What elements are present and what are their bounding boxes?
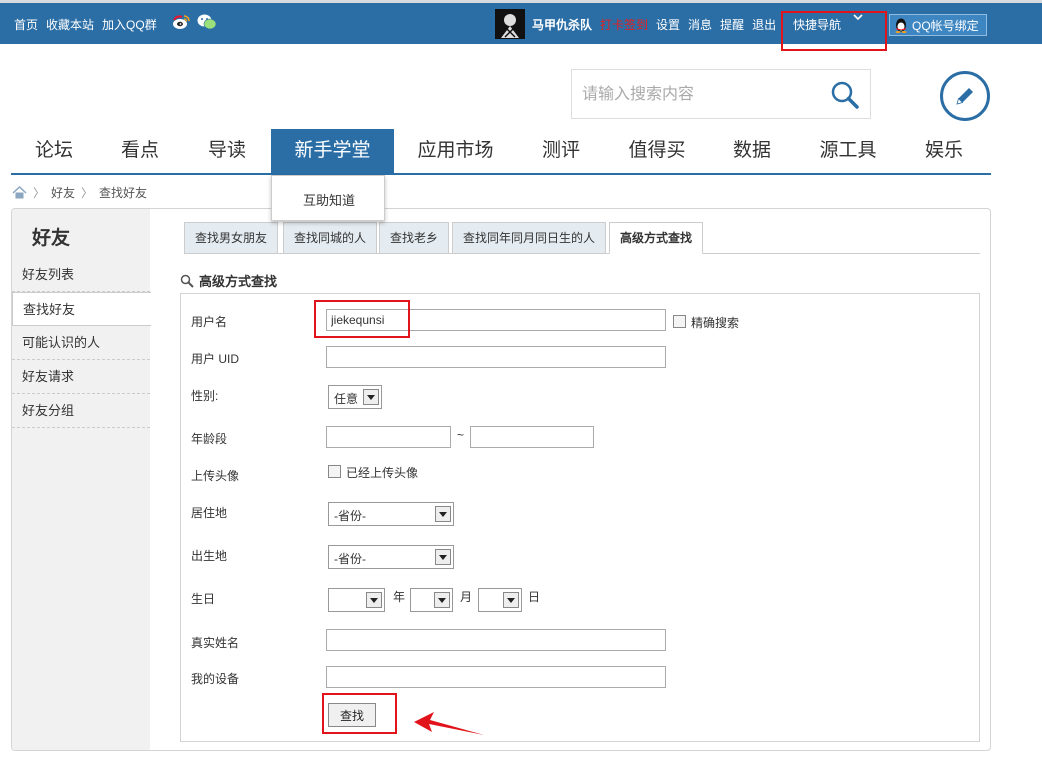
chevron-down-icon <box>435 506 451 522</box>
find-button-highlight <box>322 693 397 734</box>
chevron-down-icon <box>363 389 379 405</box>
nav-item-data[interactable]: 数据 <box>709 129 795 173</box>
gender-select-value: 任意 <box>334 392 359 406</box>
chevron-down-icon <box>435 549 451 565</box>
exact-search-checkbox[interactable] <box>673 315 686 328</box>
realname-input[interactable] <box>326 629 666 651</box>
qq-penguin-icon <box>895 18 907 33</box>
residence-select-value: -省份- <box>334 509 366 523</box>
age-separator: ~ <box>457 428 465 442</box>
nav-item-deals[interactable]: 值得买 <box>605 129 709 173</box>
join-qq-group-link[interactable]: 加入QQ群 <box>102 16 157 33</box>
home-icon[interactable] <box>12 186 27 199</box>
search-input[interactable] <box>582 84 812 106</box>
nav-item-app-market[interactable]: 应用市场 <box>394 129 517 173</box>
uploaded-avatar-label: 已经上传头像 <box>346 466 419 480</box>
qq-bind-label: QQ帐号绑定 <box>912 18 979 33</box>
sidebar-item-friend-requests[interactable]: 好友请求 <box>12 360 150 394</box>
quick-nav-highlight <box>781 11 887 51</box>
magnifier-icon <box>180 274 194 288</box>
birthday-label: 生日 <box>191 592 216 606</box>
avatar-label: 上传头像 <box>191 469 240 483</box>
tab-advanced-search[interactable]: 高级方式查找 <box>609 222 704 254</box>
search-box <box>571 69 871 119</box>
home-link[interactable]: 首页 <box>14 16 38 33</box>
breadcrumb-find-friends[interactable]: 查找好友 <box>99 184 147 201</box>
username-label: 用户名 <box>191 315 228 329</box>
beginners-submenu: 互助知道 <box>271 175 385 221</box>
gender-label: 性别: <box>191 389 219 403</box>
sidebar-item-friend-groups[interactable]: 好友分组 <box>12 394 150 428</box>
tab-find-partner[interactable]: 查找男女朋友 <box>184 222 279 254</box>
birth-day-select[interactable] <box>478 588 522 612</box>
section-title-text: 高级方式查找 <box>199 274 278 289</box>
tab-same-birthday[interactable]: 查找同年同月同日生的人 <box>452 222 607 254</box>
birth-month-select[interactable] <box>410 588 453 612</box>
user-menu: 马甲仇杀队 打卡签到 设置 消息 提醒 退出 <box>532 16 776 33</box>
sidebar-item-friend-list[interactable]: 好友列表 <box>12 258 150 292</box>
chevron-down-icon <box>366 592 382 608</box>
top-links: 首页 收藏本站 加入QQ群 <box>14 16 157 33</box>
realname-label: 真实姓名 <box>191 636 240 650</box>
breadcrumb: 〉 好友 〉 查找好友 <box>12 184 147 201</box>
birth-year-select[interactable] <box>328 588 385 612</box>
sidebar-title: 好友 <box>32 228 71 249</box>
sidebar: 好友 好友列表 查找好友 可能认识的人 好友请求 好友分组 <box>12 209 151 750</box>
sign-in-link[interactable]: 打卡签到 <box>600 16 648 33</box>
sidebar-item-people-you-may-know[interactable]: 可能认识的人 <box>12 326 150 360</box>
breadcrumb-friends[interactable]: 好友 <box>51 184 75 201</box>
messages-link[interactable]: 消息 <box>688 16 712 33</box>
residence-label: 居住地 <box>191 506 228 520</box>
age-label: 年龄段 <box>191 432 228 446</box>
sidebar-item-find-friends[interactable]: 查找好友 <box>12 292 151 326</box>
age-from-input[interactable] <box>326 426 451 448</box>
day-unit: 日 <box>528 590 541 604</box>
main-nav: 论坛 看点 导读 新手学堂 应用市场 测评 值得买 数据 源工具 娱乐 <box>11 129 991 175</box>
reminders-link[interactable]: 提醒 <box>720 16 744 33</box>
section-title: 高级方式查找 <box>180 271 277 290</box>
nav-item-tools[interactable]: 源工具 <box>795 129 901 173</box>
nav-item-forum[interactable]: 论坛 <box>11 129 97 173</box>
uid-label: 用户 UID <box>191 352 240 366</box>
birthplace-select-value: -省份- <box>334 552 366 566</box>
birthplace-province-select[interactable]: -省份- <box>328 545 454 569</box>
year-unit: 年 <box>393 590 406 604</box>
birthplace-label: 出生地 <box>191 549 228 563</box>
uploaded-avatar-checkbox[interactable] <box>328 465 341 478</box>
age-to-input[interactable] <box>470 426 594 448</box>
username-highlight <box>314 300 410 338</box>
post-button[interactable] <box>940 71 990 121</box>
breadcrumb-separator: 〉 <box>81 186 94 200</box>
logout-link[interactable]: 退出 <box>752 16 776 33</box>
device-label: 我的设备 <box>191 672 240 686</box>
nav-item-entertainment[interactable]: 娱乐 <box>901 129 987 173</box>
tab-same-city[interactable]: 查找同城的人 <box>283 222 378 254</box>
nav-item-beginners[interactable]: 新手学堂 <box>271 129 394 173</box>
nav-item-reviews[interactable]: 测评 <box>517 129 605 173</box>
qq-bind-button[interactable]: QQ帐号绑定 <box>889 14 987 36</box>
search-tabs: 查找男女朋友 查找同城的人 查找老乡 查找同年同月同日生的人 高级方式查找 <box>184 222 980 254</box>
chevron-down-icon <box>434 592 450 608</box>
bookmark-link[interactable]: 收藏本站 <box>46 16 94 33</box>
pencil-icon <box>956 88 973 105</box>
uid-input[interactable] <box>326 346 666 368</box>
wechat-icon[interactable] <box>197 14 217 30</box>
device-input[interactable] <box>326 666 666 688</box>
chevron-down-icon <box>503 592 519 608</box>
nav-item-highlights[interactable]: 看点 <box>97 129 183 173</box>
residence-province-select[interactable]: -省份- <box>328 502 454 526</box>
username-link[interactable]: 马甲仇杀队 <box>532 16 592 33</box>
nav-item-guide[interactable]: 导读 <box>183 129 271 173</box>
breadcrumb-separator: 〉 <box>33 186 46 200</box>
tab-hometown[interactable]: 查找老乡 <box>379 222 450 254</box>
arrow-icon <box>414 712 484 735</box>
user-avatar[interactable] <box>495 9 525 39</box>
search-icon[interactable] <box>830 80 860 110</box>
weibo-icon[interactable] <box>172 14 190 30</box>
month-unit: 月 <box>460 590 473 604</box>
exact-search-label: 精确搜索 <box>691 316 740 330</box>
submenu-item-help[interactable]: 互助知道 <box>272 190 386 209</box>
gender-select[interactable]: 任意 <box>328 385 382 409</box>
settings-link[interactable]: 设置 <box>656 16 680 33</box>
